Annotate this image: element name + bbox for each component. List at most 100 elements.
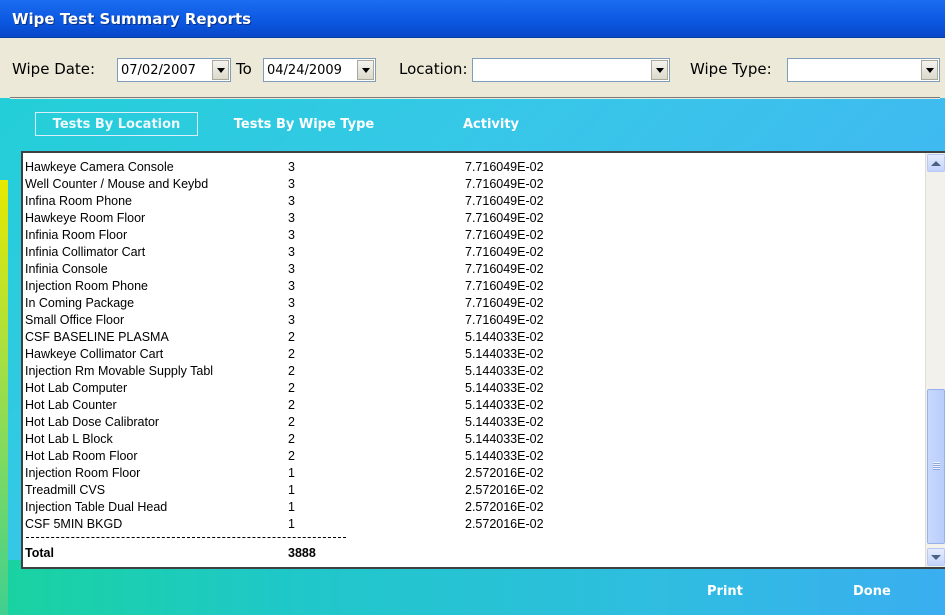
row-activity: 5.144033E-02 [465, 415, 544, 429]
wipe-date-from-select[interactable]: 07/02/2007 [117, 58, 231, 82]
table-row[interactable]: CSF 5MIN BKGD 1 2.572016E-02 [23, 516, 921, 533]
row-activity: 5.144033E-02 [465, 330, 544, 344]
row-tests: 1 [288, 483, 295, 497]
table-row[interactable]: Hot Lab Counter 2 5.144033E-02 [23, 397, 921, 414]
row-tests: 1 [288, 500, 295, 514]
table-row[interactable]: Hot Lab Computer 2 5.144033E-02 [23, 380, 921, 397]
wipe-test-summary-window: Wipe Test Summary Reports Wipe Date: 07/… [0, 0, 945, 615]
done-button[interactable]: Done [853, 584, 891, 606]
table-row[interactable]: Hot Lab L Block 2 5.144033E-02 [23, 431, 921, 448]
total-separator [26, 537, 346, 538]
chevron-down-icon[interactable] [212, 60, 229, 80]
table-row[interactable]: Hawkeye Camera Console 3 7.716049E-02 [23, 159, 921, 176]
row-location: Hot Lab Room Floor [25, 449, 138, 463]
table-row[interactable]: Hawkeye Collimator Cart 2 5.144033E-02 [23, 346, 921, 363]
row-location: Hot Lab L Block [25, 432, 113, 446]
report-rows: Hawkeye Camera Console 3 7.716049E-02 Well … [23, 159, 921, 533]
row-tests: 2 [288, 330, 295, 344]
table-row[interactable]: Injection Table Dual Head 1 2.572016E-02 [23, 499, 921, 516]
left-accent-stripe [0, 180, 8, 615]
table-row[interactable]: In Coming Package 3 7.716049E-02 [23, 295, 921, 312]
row-activity: 2.572016E-02 [465, 517, 544, 531]
table-row[interactable]: Hawkeye Room Floor 3 7.716049E-02 [23, 210, 921, 227]
row-activity: 2.572016E-02 [465, 466, 544, 480]
scrollbar-thumb[interactable] [927, 389, 945, 544]
row-activity: 7.716049E-02 [465, 160, 544, 174]
row-activity: 7.716049E-02 [465, 177, 544, 191]
table-row[interactable]: Well Counter / Mouse and Keybd 3 7.716049E… [23, 176, 921, 193]
table-row[interactable]: Infinia Collimator Cart 3 7.716049E-02 [23, 244, 921, 261]
vertical-scrollbar[interactable] [925, 153, 945, 567]
row-activity: 5.144033E-02 [465, 364, 544, 378]
row-activity: 7.716049E-02 [465, 228, 544, 242]
table-row[interactable]: Infinia Console 3 7.716049E-02 [23, 261, 921, 278]
wipe-date-to-select[interactable]: 04/24/2009 [263, 58, 376, 82]
row-activity: 7.716049E-02 [465, 296, 544, 310]
tab-activity[interactable]: Activity [455, 112, 527, 136]
filter-divider [10, 97, 940, 99]
row-tests: 3 [288, 262, 295, 276]
row-tests: 3 [288, 194, 295, 208]
chevron-down-icon[interactable] [357, 60, 374, 80]
tab-tests-by-location[interactable]: Tests By Location [35, 112, 198, 136]
row-activity: 5.144033E-02 [465, 398, 544, 412]
row-tests: 1 [288, 517, 295, 531]
tab-tests-by-wipe-type[interactable]: Tests By Wipe Type [224, 112, 384, 136]
table-row[interactable]: Injection Room Phone 3 7.716049E-02 [23, 278, 921, 295]
row-tests: 3 [288, 228, 295, 242]
row-tests: 2 [288, 398, 295, 412]
to-label: To [236, 60, 252, 78]
table-row[interactable]: Injection Room Floor 1 2.572016E-02 [23, 465, 921, 482]
row-tests: 3 [288, 177, 295, 191]
row-location: Well Counter / Mouse and Keybd [25, 177, 209, 191]
location-select[interactable] [472, 58, 670, 82]
row-location: Hot Lab Dose Calibrator [25, 415, 160, 429]
row-location: Injection Room Phone [25, 279, 148, 293]
row-tests: 2 [288, 347, 295, 361]
wipe-date-label: Wipe Date: [12, 60, 96, 78]
chevron-down-icon[interactable] [651, 60, 668, 80]
table-row[interactable]: Hot Lab Room Floor 2 5.144033E-02 [23, 448, 921, 465]
row-tests: 2 [288, 415, 295, 429]
row-tests: 3 [288, 296, 295, 310]
table-row[interactable]: Treadmill CVS 1 2.572016E-02 [23, 482, 921, 499]
row-tests: 1 [288, 466, 295, 480]
wipe-date-from-value: 07/02/2007 [121, 63, 196, 78]
total-value: 3888 [288, 546, 316, 560]
print-button[interactable]: Print [707, 584, 743, 606]
row-activity: 7.716049E-02 [465, 313, 544, 327]
table-row[interactable]: Injection Rm Movable Supply Tabl 2 5.14403… [23, 363, 921, 380]
table-row[interactable]: CSF BASELINE PLASMA 2 5.144033E-02 [23, 329, 921, 346]
row-tests: 2 [288, 449, 295, 463]
table-row[interactable]: Infinia Room Floor 3 7.716049E-02 [23, 227, 921, 244]
scroll-down-icon[interactable] [927, 548, 945, 566]
row-activity: 7.716049E-02 [465, 211, 544, 225]
row-activity: 7.716049E-02 [465, 279, 544, 293]
row-tests: 2 [288, 432, 295, 446]
total-label: Total [25, 546, 54, 560]
row-location: In Coming Package [25, 296, 135, 310]
row-location: Infinia Collimator Cart [25, 245, 146, 259]
row-location: Hot Lab Counter [25, 398, 117, 412]
table-row[interactable]: Hot Lab Dose Calibrator 2 5.144033E-02 [23, 414, 921, 431]
total-row: Total 3888 [23, 546, 623, 563]
row-location: Hawkeye Room Floor [25, 211, 146, 225]
row-location: Treadmill CVS [25, 483, 106, 497]
table-row[interactable]: Infina Room Phone 3 7.716049E-02 [23, 193, 921, 210]
wipe-type-select[interactable] [787, 58, 940, 82]
wipe-type-label: Wipe Type: [690, 60, 772, 78]
row-location: Infina Room Phone [25, 194, 133, 208]
chevron-down-icon[interactable] [921, 60, 938, 80]
row-location: Injection Table Dual Head [25, 500, 168, 514]
scroll-up-icon[interactable] [927, 154, 945, 172]
report-list[interactable]: Hawkeye Camera Console 3 7.716049E-02 Well … [21, 151, 945, 569]
row-location: CSF BASELINE PLASMA [25, 330, 169, 344]
row-location: Hawkeye Camera Console [25, 160, 174, 174]
table-row[interactable]: Small Office Floor 3 7.716049E-02 [23, 312, 921, 329]
row-tests: 3 [288, 245, 295, 259]
title-bar: Wipe Test Summary Reports [0, 0, 945, 38]
row-activity: 5.144033E-02 [465, 381, 544, 395]
row-tests: 2 [288, 364, 295, 378]
row-tests: 3 [288, 313, 295, 327]
row-activity: 7.716049E-02 [465, 245, 544, 259]
